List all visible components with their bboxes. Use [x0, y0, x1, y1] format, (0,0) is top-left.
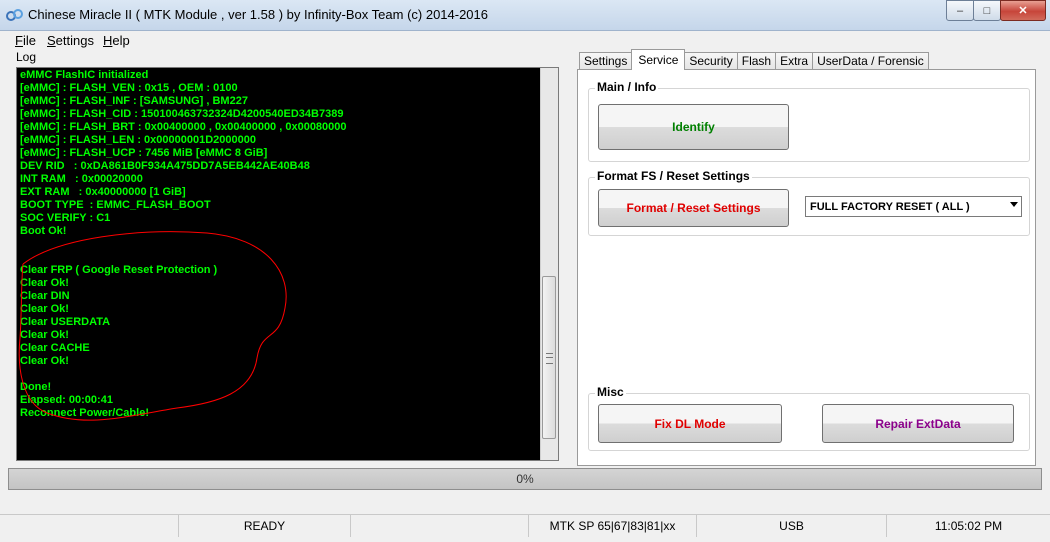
scroll-grip-icon: [546, 353, 553, 364]
repair-extdata-button[interactable]: Repair ExtData: [822, 404, 1014, 443]
log-line: [eMMC] : FLASH_BRT : 0x00400000 , 0x0040…: [20, 121, 347, 133]
main-info-title: Main / Info: [595, 80, 659, 94]
status-empty-2: [350, 515, 528, 537]
fix-dl-mode-button[interactable]: Fix DL Mode: [598, 404, 782, 443]
service-panel: Main / Info Identify Format FS / Reset S…: [577, 69, 1036, 466]
log-line: [eMMC] : FLASH_INF : [SAMSUNG] , BM227: [20, 95, 248, 107]
log-line: Done!: [20, 381, 52, 393]
format-reset-button[interactable]: Format / Reset Settings: [598, 189, 789, 227]
log-line: INT RAM : 0x00020000: [20, 173, 143, 185]
status-connection: USB: [696, 515, 886, 537]
tab-flash[interactable]: Flash: [736, 52, 777, 70]
log-lines: eMMC FlashIC initialized [eMMC] : FLASH_V…: [20, 69, 347, 420]
menu-help[interactable]: Help: [103, 33, 130, 48]
log-line: [eMMC] : FLASH_UCP : 7456 MiB [eMMC 8 Gi…: [20, 147, 268, 159]
progress-text: 0%: [516, 472, 534, 486]
tab-userdata-forensic[interactable]: UserData / Forensic: [812, 52, 929, 70]
status-time: 11:05:02 PM: [886, 515, 1050, 537]
format-reset-title: Format FS / Reset Settings: [595, 169, 752, 183]
log-line: Boot Ok!: [20, 225, 67, 237]
close-button[interactable]: ✕: [1000, 0, 1046, 21]
log-line: Clear FRP ( Google Reset Protection ): [20, 264, 218, 276]
log-label: Log: [16, 50, 37, 64]
reset-mode-select[interactable]: FULL FACTORY RESET ( ALL ): [805, 196, 1022, 217]
log-line: Clear Ok!: [20, 303, 69, 315]
log-line: SOC VERIFY : C1: [20, 212, 111, 224]
status-platform: MTK SP 65|67|83|81|xx: [528, 515, 696, 537]
log-line: EXT RAM : 0x40000000 [1 GiB]: [20, 186, 186, 198]
menu-bar: File Settings Help: [0, 31, 1050, 49]
log-line: Elapsed: 00:00:41: [20, 394, 113, 406]
reset-mode-value: FULL FACTORY RESET ( ALL ): [810, 200, 970, 213]
log-scroll-thumb[interactable]: [542, 276, 556, 439]
log-line: [eMMC] : FLASH_CID : 150100463732324D420…: [20, 108, 344, 120]
tab-extra[interactable]: Extra: [775, 52, 814, 70]
log-line: Clear DIN: [20, 290, 70, 302]
menu-file[interactable]: File: [15, 33, 36, 48]
tab-service[interactable]: Service: [631, 49, 686, 70]
log-line: Reconnect Power/Cable!: [20, 407, 149, 419]
log-line: Clear Ok!: [20, 329, 69, 341]
log-line: Clear Ok!: [20, 355, 69, 367]
log-line: Clear USERDATA: [20, 316, 111, 328]
identify-button[interactable]: Identify: [598, 104, 789, 150]
maximize-button[interactable]: □: [973, 0, 1001, 21]
log-line: [eMMC] : FLASH_VEN : 0x15 , OEM : 0100: [20, 82, 238, 94]
log-line: Clear Ok!: [20, 277, 69, 289]
log-line: eMMC FlashIC initialized: [20, 69, 149, 81]
log-line: DEV RID : 0xDA861B0F934A475DD7A5EB442AE4…: [20, 160, 310, 172]
progress-bar: 0%: [8, 468, 1042, 490]
app-logo-icon: [6, 9, 23, 21]
menu-settings[interactable]: Settings: [47, 33, 94, 48]
log-line: Clear CACHE: [20, 342, 90, 354]
tab-settings[interactable]: Settings: [579, 52, 633, 70]
main-info-group: Main / Info Identify: [588, 80, 1030, 162]
log-line: BOOT TYPE : EMMC_FLASH_BOOT: [20, 199, 211, 211]
tab-security[interactable]: Security: [684, 52, 738, 70]
status-state: READY: [178, 515, 350, 537]
status-bar: READY MTK SP 65|67|83|81|xx USB 11:05:02…: [0, 514, 1050, 537]
tab-strip: Settings Service Security Flash Extra Us…: [579, 49, 929, 70]
misc-title: Misc: [595, 385, 626, 399]
misc-group: Misc Fix DL Mode Repair ExtData: [588, 385, 1030, 451]
log-console[interactable]: eMMC FlashIC initialized [eMMC] : FLASH_V…: [16, 67, 559, 461]
log-scrollbar[interactable]: [540, 68, 558, 460]
minimize-button[interactable]: –: [946, 0, 974, 21]
format-reset-group: Format FS / Reset Settings Format / Rese…: [588, 169, 1030, 236]
chevron-down-icon: [1010, 202, 1018, 207]
status-empty: [0, 515, 178, 537]
window-title: Chinese Miracle II ( MTK Module , ver 1.…: [28, 7, 489, 22]
title-bar: Chinese Miracle II ( MTK Module , ver 1.…: [0, 0, 1050, 31]
log-line: [eMMC] : FLASH_LEN : 0x00000001D2000000: [20, 134, 256, 146]
